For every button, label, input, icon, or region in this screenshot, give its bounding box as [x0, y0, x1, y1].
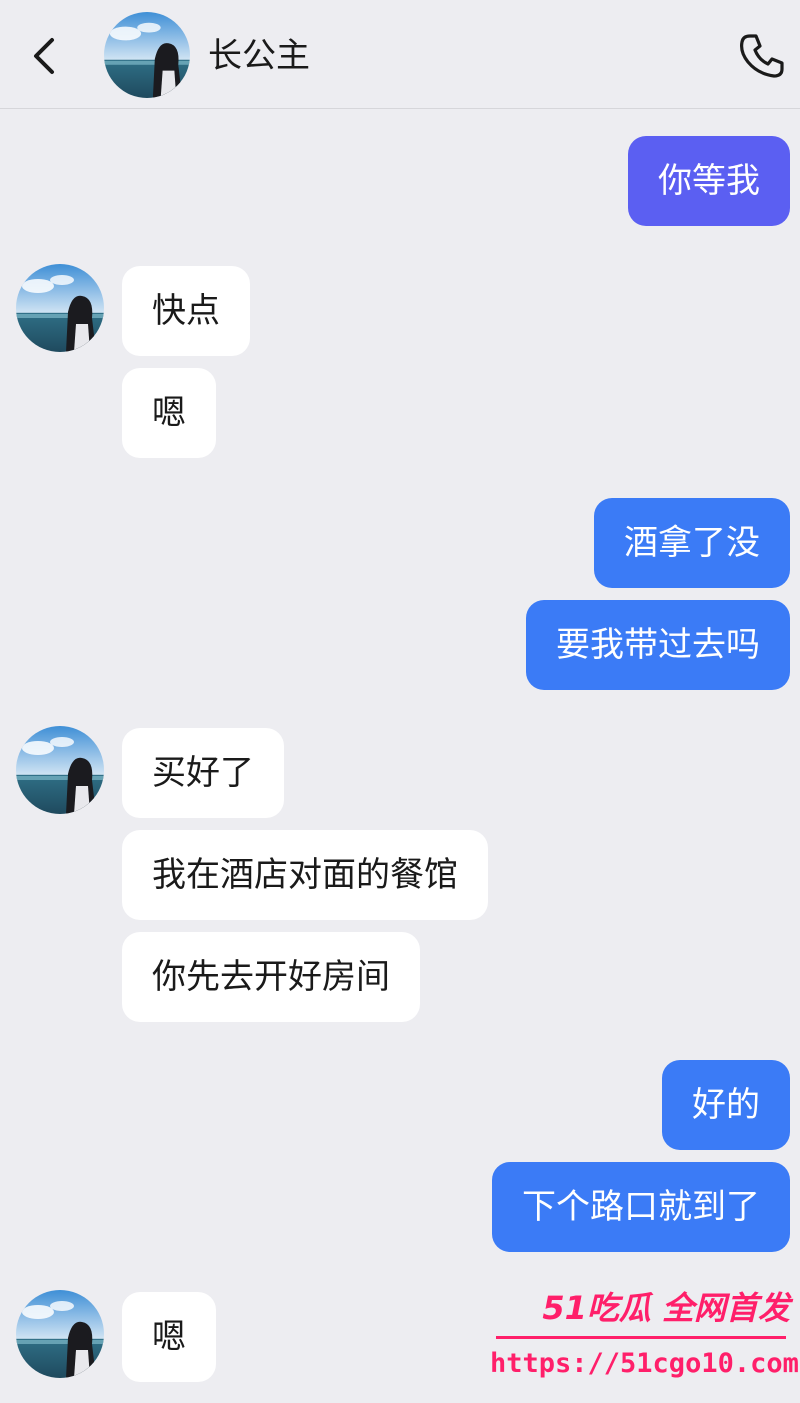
message-bubble-outgoing[interactable]: 要我带过去吗 [526, 600, 790, 690]
contact-name[interactable]: 长公主 [208, 34, 310, 78]
message-bubble-outgoing[interactable]: 好的 [662, 1060, 790, 1150]
message-bubble-incoming[interactable]: 嗯 [122, 1292, 216, 1382]
message-bubble-outgoing[interactable]: 下个路口就到了 [492, 1162, 790, 1252]
message-bubble-outgoing[interactable]: 你等我 [628, 136, 790, 226]
message-bubble-incoming[interactable]: 快点 [122, 266, 250, 356]
phone-icon[interactable] [736, 30, 788, 82]
message-bubble-incoming[interactable]: 我在酒店对面的餐馆 [122, 830, 488, 920]
chat-header: 长公主 [0, 0, 800, 109]
sender-avatar[interactable] [16, 726, 104, 814]
chevron-left-icon[interactable] [22, 32, 70, 80]
watermark-divider [496, 1336, 786, 1339]
watermark: 51吃瓜 全网首发 https://51cgo10.com [490, 1286, 799, 1396]
message-bubble-incoming[interactable]: 你先去开好房间 [122, 932, 420, 1022]
sender-avatar[interactable] [16, 1290, 104, 1378]
watermark-title: 51吃瓜 全网首发 [542, 1289, 790, 1327]
message-bubble-incoming[interactable]: 嗯 [122, 368, 216, 458]
contact-avatar[interactable] [104, 12, 190, 98]
watermark-url: https://51cgo10.com [490, 1348, 799, 1379]
message-bubble-outgoing[interactable]: 酒拿了没 [594, 498, 790, 588]
message-bubble-incoming[interactable]: 买好了 [122, 728, 284, 818]
sender-avatar[interactable] [16, 264, 104, 352]
